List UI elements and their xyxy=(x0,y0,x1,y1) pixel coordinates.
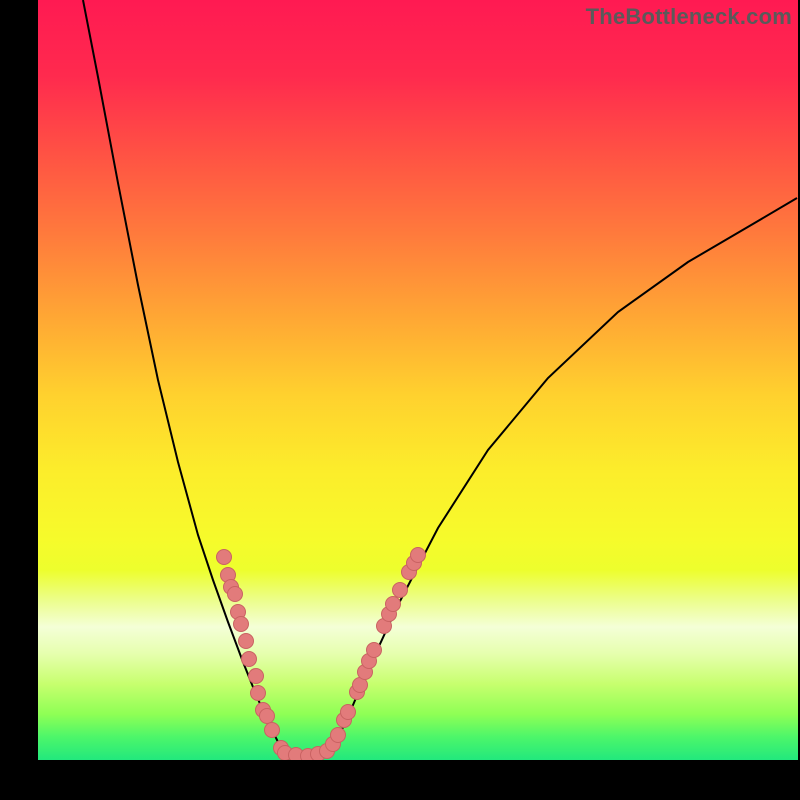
data-point xyxy=(341,705,356,720)
scatter-dots xyxy=(217,548,426,761)
data-point xyxy=(242,652,257,667)
data-point xyxy=(411,548,426,563)
data-point xyxy=(393,583,408,598)
data-point xyxy=(217,550,232,565)
data-point xyxy=(228,587,243,602)
data-point xyxy=(265,723,280,738)
v-curve xyxy=(83,0,797,755)
data-point xyxy=(260,709,275,724)
data-point xyxy=(249,669,264,684)
data-point xyxy=(386,597,401,612)
data-point xyxy=(239,634,254,649)
chart-svg xyxy=(38,0,798,760)
curve-lines xyxy=(83,0,797,755)
chart-container: TheBottleneck.com xyxy=(0,0,800,800)
data-point xyxy=(234,617,249,632)
data-point xyxy=(251,686,266,701)
plot-area: TheBottleneck.com xyxy=(38,0,798,760)
data-point xyxy=(331,728,346,743)
data-point xyxy=(367,643,382,658)
